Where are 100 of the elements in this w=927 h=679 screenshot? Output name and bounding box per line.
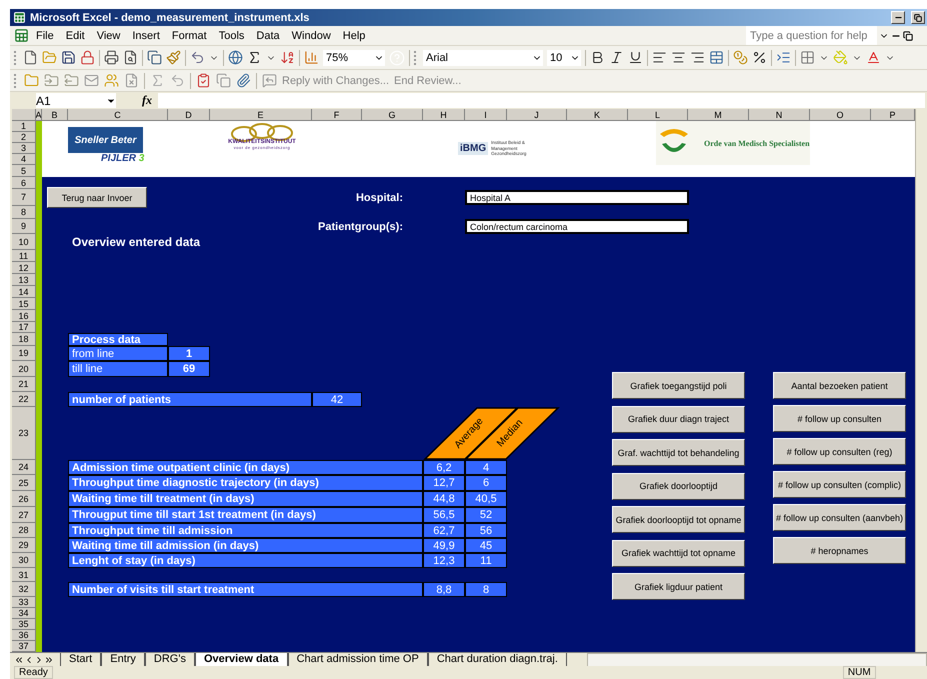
count-button[interactable]: # follow up consulten (reg): [773, 438, 906, 465]
row-header[interactable]: 26: [12, 491, 36, 507]
column-header[interactable]: O: [810, 109, 871, 121]
row-header[interactable]: 17: [12, 322, 36, 333]
count-button[interactable]: # follow up consulten (aanvbeh): [773, 504, 906, 531]
column-header[interactable]: H: [423, 109, 465, 121]
minimize-button[interactable]: [891, 11, 905, 24]
hyperlink-icon[interactable]: [228, 50, 243, 65]
menu-item[interactable]: View: [92, 30, 126, 42]
chart-icon[interactable]: [304, 50, 319, 65]
undo-icon[interactable]: [190, 50, 205, 65]
column-header[interactable]: E: [210, 109, 312, 121]
sort-ascending-icon[interactable]: [280, 50, 295, 65]
column-header[interactable]: C: [68, 109, 168, 121]
chart-button[interactable]: Grafiek duur diagn traject: [612, 406, 745, 432]
row-header[interactable]: 20: [12, 361, 36, 377]
sheet-tab[interactable]: Entry: [101, 653, 145, 666]
column-header[interactable]: P: [871, 109, 915, 121]
row-header[interactable]: 22: [12, 392, 36, 407]
menu-item[interactable]: File: [31, 30, 59, 42]
font-size-dropdown[interactable]: 10: [547, 50, 581, 66]
row-header[interactable]: 34: [12, 608, 36, 619]
lock-icon[interactable]: [80, 50, 95, 65]
column-header[interactable]: N: [749, 109, 810, 121]
row-header[interactable]: 29: [12, 538, 36, 553]
horizontal-scrollbar[interactable]: [586, 652, 927, 666]
zoom-dropdown[interactable]: 75%: [323, 50, 385, 66]
align-center-icon[interactable]: [671, 50, 686, 65]
sheet-tab[interactable]: Chart duration diagn.traj.: [428, 653, 567, 666]
chart-button[interactable]: Grafiek ligduur patient: [612, 573, 745, 600]
row-header[interactable]: 6: [12, 177, 36, 189]
folder-in-icon[interactable]: [44, 73, 59, 88]
restore-button[interactable]: [911, 11, 925, 24]
align-left-icon[interactable]: [652, 50, 667, 65]
count-button[interactable]: # follow up consulten (complic): [773, 471, 906, 498]
column-header[interactable]: D: [168, 109, 210, 121]
row-header[interactable]: 10: [12, 234, 36, 250]
workbook-icon[interactable]: [14, 28, 29, 43]
column-header[interactable]: G: [362, 109, 423, 121]
name-box[interactable]: A1: [36, 93, 116, 108]
indent-icon[interactable]: [776, 50, 791, 65]
font-dropdown[interactable]: Arial: [423, 50, 543, 66]
row-header[interactable]: 19: [12, 346, 36, 361]
percent-icon[interactable]: [752, 50, 767, 65]
save-icon[interactable]: [61, 50, 76, 65]
print-icon[interactable]: [104, 50, 119, 65]
column-header[interactable]: L: [628, 109, 688, 121]
column-header[interactable]: I: [465, 109, 507, 121]
file-delete-icon[interactable]: [124, 73, 139, 88]
chart-button[interactable]: Grafiek wachttijd tot opname: [612, 540, 745, 566]
row-header[interactable]: 28: [12, 523, 36, 538]
row-header[interactable]: 21: [12, 377, 36, 392]
column-header[interactable]: K: [567, 109, 628, 121]
chart-button[interactable]: Graf. wachttijd tot behandeling: [612, 439, 745, 466]
row-header[interactable]: 4: [12, 154, 36, 165]
row-header[interactable]: 18: [12, 333, 36, 346]
underline-icon[interactable]: [628, 50, 643, 65]
row-header[interactable]: 2: [12, 132, 36, 143]
folder-out-icon[interactable]: [64, 73, 79, 88]
chart-button[interactable]: Grafiek toegangstijd poli: [612, 372, 745, 399]
row-header[interactable]: 9: [12, 219, 36, 234]
row-header[interactable]: 7: [12, 189, 36, 206]
chart-button[interactable]: Grafiek doorlooptijd tot opname: [612, 506, 745, 533]
formula-input[interactable]: [158, 93, 925, 108]
first-sheet-icon[interactable]: [14, 654, 24, 664]
font-color-icon[interactable]: [866, 50, 881, 65]
last-sheet-icon[interactable]: [44, 654, 54, 664]
row-header[interactable]: 1: [12, 121, 36, 132]
row-header[interactable]: 13: [12, 274, 36, 286]
menu-item[interactable]: Window: [286, 30, 336, 42]
menu-item[interactable]: Tools: [214, 30, 250, 42]
merge-cells-icon[interactable]: [709, 50, 724, 65]
reply-icon[interactable]: [262, 73, 277, 88]
fill-color-icon[interactable]: [833, 50, 848, 65]
sheet-tab[interactable]: DRG's: [144, 653, 195, 666]
new-file-icon[interactable]: [23, 50, 38, 65]
row-header[interactable]: 15: [12, 298, 36, 310]
insert-function-button[interactable]: fx: [142, 93, 152, 108]
hospital-field[interactable]: Hospital A: [465, 190, 689, 205]
column-header[interactable]: J: [507, 109, 567, 121]
borders-icon[interactable]: [800, 50, 815, 65]
copy-icon[interactable]: [147, 50, 162, 65]
paperclip-icon[interactable]: [236, 73, 251, 88]
restore-icon[interactable]: [903, 30, 913, 40]
row-header[interactable]: 36: [12, 630, 36, 641]
row-header[interactable]: 33: [12, 597, 36, 608]
menu-item[interactable]: Format: [166, 30, 212, 42]
menu-item[interactable]: Help: [338, 30, 370, 42]
row-header[interactable]: 5: [12, 165, 36, 177]
menu-item[interactable]: Insert: [127, 30, 165, 42]
row-header[interactable]: 25: [12, 475, 36, 491]
menu-item[interactable]: Data: [251, 30, 285, 42]
row-header[interactable]: 16: [12, 310, 36, 322]
italic-icon[interactable]: [609, 50, 624, 65]
select-all-button[interactable]: [12, 109, 36, 121]
format-painter-icon[interactable]: [166, 50, 181, 65]
column-header[interactable]: F: [312, 109, 362, 121]
vertical-scrollbar[interactable]: [915, 109, 927, 652]
row-header[interactable]: 31: [12, 568, 36, 582]
clipboard-icon[interactable]: [196, 73, 211, 88]
